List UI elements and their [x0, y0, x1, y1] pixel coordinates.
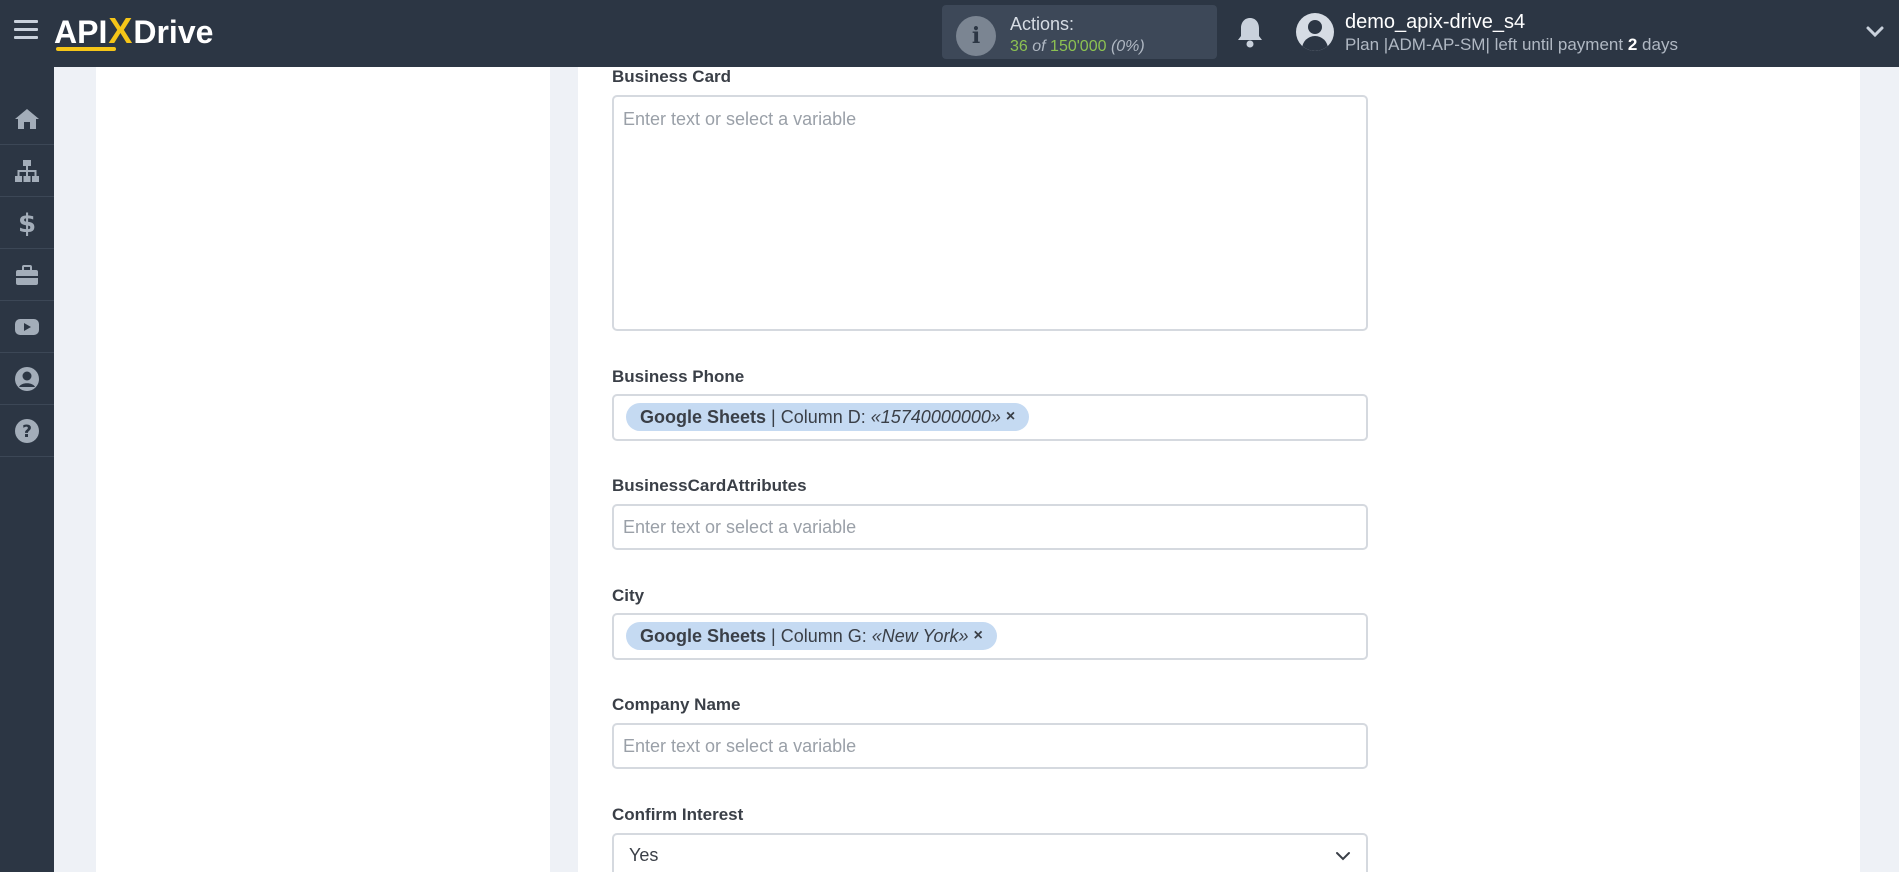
business-card-label: Business Card	[612, 67, 732, 86]
chevron-down-icon[interactable]	[1865, 22, 1885, 42]
logo-underline	[56, 47, 116, 51]
chip-remove-icon[interactable]: ×	[1006, 408, 1015, 426]
actions-counter[interactable]: i Actions: 36 of 150'000 (0%)	[942, 5, 1217, 59]
top-bar: API X Drive i Actions: 36 of 150'000 (0%) …	[0, 0, 1899, 67]
sidebar-item-services[interactable]	[0, 249, 54, 301]
sidebar-item-home[interactable]	[0, 93, 54, 145]
chip-column: Column D:	[780, 406, 866, 427]
plan-text: Plan |ADM-AP-SM| left until payment	[1345, 35, 1624, 54]
city-field[interactable]: Google Sheets | Column G: «New York» ×	[612, 613, 1368, 660]
bell-icon[interactable]	[1236, 16, 1264, 48]
company-name-placeholder: Enter text or select a variable	[623, 736, 857, 756]
chip-source: Google Sheets	[640, 406, 767, 427]
dollar-icon: $	[18, 209, 36, 237]
logo-text-x: X	[108, 10, 133, 51]
chip-separator: |	[771, 625, 776, 646]
home-icon	[15, 108, 39, 129]
chip-source: Google Sheets	[640, 625, 767, 646]
actions-percent: (0%)	[1110, 38, 1145, 55]
variable-chip[interactable]: Google Sheets | Column D: «15740000000» …	[626, 403, 1030, 431]
user-plan: Plan |ADM-AP-SM| left until payment 2 da…	[1345, 35, 1678, 55]
chip-column: Column G:	[780, 625, 867, 646]
svg-text:$: $	[18, 209, 36, 237]
sitemap-icon	[15, 159, 39, 182]
business-card-attributes-field[interactable]: Enter text or select a variable	[612, 504, 1368, 550]
sidebar-item-connections[interactable]	[0, 145, 54, 197]
business-card-placeholder: Enter text or select a variable	[623, 109, 857, 129]
logo-text-drive: Drive	[133, 14, 214, 50]
info-icon: i	[956, 16, 996, 56]
city-label: City	[612, 586, 645, 605]
business-card-textarea[interactable]: Enter text or select a variable	[612, 95, 1368, 331]
sidebar-item-help[interactable]: ?	[0, 405, 54, 457]
sidebar: $ ?	[0, 67, 54, 872]
chip-value: «New York»	[871, 625, 969, 646]
user-circle-icon	[15, 366, 39, 391]
actions-total: 150'000	[1050, 38, 1107, 55]
confirm-interest-select[interactable]: Yes	[612, 833, 1368, 872]
youtube-icon	[15, 318, 39, 335]
company-name-label: Company Name	[612, 695, 741, 714]
avatar[interactable]	[1296, 13, 1334, 51]
actions-used: 36	[1010, 38, 1028, 55]
confirm-interest-value: Yes	[629, 845, 659, 865]
actions-label: Actions:	[1010, 14, 1075, 34]
svg-text:?: ?	[22, 422, 32, 442]
sidebar-item-billing[interactable]: $	[0, 197, 54, 249]
chip-value: «15740000000»	[870, 406, 1001, 427]
chip-separator: |	[771, 406, 776, 427]
business-phone-label: Business Phone	[612, 367, 745, 386]
hamburger-menu-icon[interactable]	[14, 20, 38, 44]
briefcase-icon	[16, 264, 38, 285]
business-card-attributes-placeholder: Enter text or select a variable	[623, 517, 857, 537]
company-name-field[interactable]: Enter text or select a variable	[612, 723, 1368, 769]
variable-chip[interactable]: Google Sheets | Column G: «New York» ×	[626, 622, 997, 650]
sidebar-item-video[interactable]	[0, 301, 54, 353]
days-left-number: 2	[1627, 35, 1638, 54]
actions-count: 36 of 150'000 (0%)	[1010, 38, 1145, 56]
business-phone-field[interactable]: Google Sheets | Column D: «15740000000» …	[612, 394, 1368, 441]
sidebar-item-profile[interactable]	[0, 353, 54, 405]
confirm-interest-label: Confirm Interest	[612, 805, 744, 824]
help-icon: ?	[15, 418, 39, 443]
left-panel	[96, 67, 550, 872]
business-card-attributes-label: BusinessCardAttributes	[612, 476, 807, 495]
chevron-down-icon	[1336, 852, 1350, 861]
actions-of: of	[1032, 38, 1046, 55]
days-word: days	[1642, 35, 1678, 54]
logo-text-api: API	[54, 14, 108, 50]
chip-remove-icon[interactable]: ×	[973, 627, 982, 645]
user-name[interactable]: demo_apix-drive_s4	[1345, 11, 1525, 34]
